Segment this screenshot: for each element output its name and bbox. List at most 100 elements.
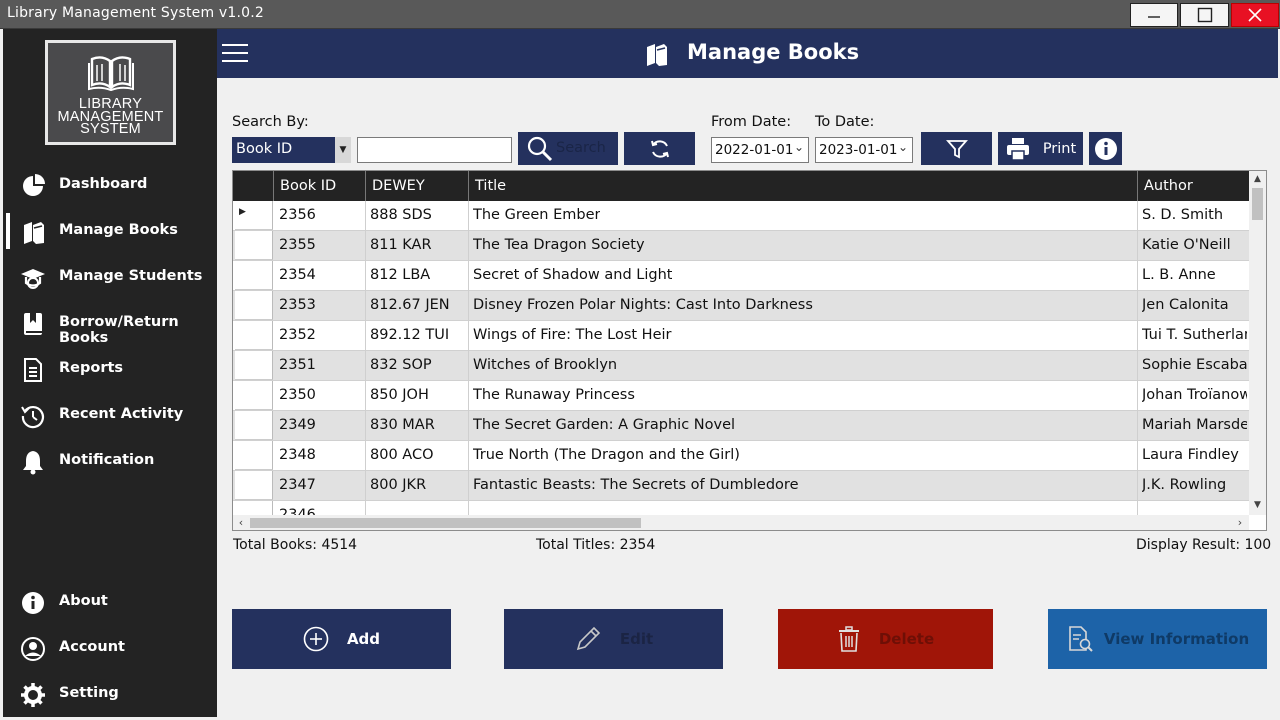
minimize-button[interactable]: [1130, 3, 1178, 27]
table-row[interactable]: 2350 850 JOH The Runaway Princess Johan Tro…: [233, 381, 1249, 411]
scroll-down-icon[interactable]: ▼: [1249, 497, 1266, 513]
maximize-button[interactable]: [1180, 3, 1229, 27]
cell-title[interactable]: The Runaway Princess: [473, 387, 635, 403]
cell-book-id[interactable]: 2356: [279, 207, 316, 223]
cell-title[interactable]: Secret of Shadow and Light: [473, 267, 672, 283]
table-row[interactable]: 2347 800 JKR Fantastic Beasts: The Secrets…: [233, 471, 1249, 501]
search-input[interactable]: [357, 137, 512, 163]
cell-title[interactable]: The Tea Dragon Society: [473, 237, 645, 253]
cell-author[interactable]: Mariah Marsden: [1142, 417, 1247, 433]
column-header-author[interactable]: Author: [1144, 178, 1193, 194]
scroll-left-icon[interactable]: ‹: [233, 515, 249, 530]
cell-book-id[interactable]: 2349: [279, 417, 316, 433]
view-information-button[interactable]: View Information: [1048, 609, 1267, 669]
cell-author[interactable]: L. B. Anne: [1142, 267, 1247, 283]
cell-title[interactable]: The Secret Garden: A Graphic Novel: [473, 417, 735, 433]
cell-book-id[interactable]: 2351: [279, 357, 316, 373]
table-row[interactable]: 2351 832 SOP Witches of Brooklyn Sophie Esc…: [233, 351, 1249, 381]
table-row[interactable]: 2349 830 MAR The Secret Garden: A Graphic …: [233, 411, 1249, 441]
books-table[interactable]: Book ID DEWEY Title Author ▶ 2356 888 SDS T…: [232, 170, 1267, 531]
row-header[interactable]: [235, 291, 273, 320]
cell-dewey[interactable]: 888 SDS: [370, 207, 432, 223]
horizontal-scrollbar[interactable]: ‹ ›: [233, 515, 1249, 530]
nav-account[interactable]: Account: [3, 628, 217, 668]
nav-recent-activity[interactable]: Recent Activity: [3, 395, 217, 435]
row-header[interactable]: ▶: [235, 201, 273, 230]
cell-title[interactable]: Fantastic Beasts: The Secrets of Dumbled…: [473, 477, 799, 493]
cell-dewey[interactable]: 812.67 JEN: [370, 297, 450, 313]
hamburger-menu-icon[interactable]: [222, 44, 248, 64]
cell-author[interactable]: Jen Calonita: [1142, 297, 1247, 313]
nav-reports[interactable]: Reports: [3, 349, 217, 389]
nav-manage-books[interactable]: Manage Books: [3, 211, 217, 251]
nav-borrow-return[interactable]: Borrow/Return Books: [3, 303, 217, 346]
search-button[interactable]: Search: [518, 132, 618, 165]
column-header-title[interactable]: Title: [475, 178, 506, 194]
table-row[interactable]: 2355 811 KAR The Tea Dragon Society Katie O…: [233, 231, 1249, 261]
cell-dewey[interactable]: 800 ACO: [370, 447, 434, 463]
cell-author[interactable]: Tui T. Sutherland: [1142, 327, 1247, 343]
cell-dewey[interactable]: 830 MAR: [370, 417, 435, 433]
scroll-thumb[interactable]: [1252, 188, 1263, 220]
info-button[interactable]: [1089, 132, 1122, 165]
table-row[interactable]: ▶ 2356 888 SDS The Green Ember S. D. Smith: [233, 201, 1249, 231]
row-header[interactable]: [235, 501, 273, 515]
cell-author[interactable]: S. D. Smith: [1142, 207, 1247, 223]
column-header-dewey[interactable]: DEWEY: [372, 178, 425, 194]
scroll-up-icon[interactable]: ▲: [1249, 171, 1266, 187]
nav-manage-students[interactable]: Manage Students: [3, 257, 217, 297]
cell-title[interactable]: True North (The Dragon and the Girl): [473, 447, 740, 463]
table-row[interactable]: 2354 812 LBA Secret of Shadow and Light L. …: [233, 261, 1249, 291]
cell-dewey[interactable]: 850 JOH: [370, 387, 429, 403]
cell-title[interactable]: Wings of Fire: The Lost Heir: [473, 327, 672, 343]
nav-dashboard[interactable]: Dashboard: [3, 165, 217, 205]
cell-dewey[interactable]: 892.12 TUI: [370, 327, 449, 343]
cell-book-id[interactable]: 2350: [279, 387, 316, 403]
nav-about[interactable]: About: [3, 582, 217, 622]
scroll-thumb[interactable]: [250, 518, 641, 528]
cell-title[interactable]: The Green Ember: [473, 207, 600, 223]
cell-author[interactable]: Johan Troïanowski: [1142, 387, 1247, 403]
table-row[interactable]: 2348 800 ACO True North (The Dragon and th…: [233, 441, 1249, 471]
cell-book-id[interactable]: 2347: [279, 477, 316, 493]
cell-author[interactable]: J.K. Rowling: [1142, 477, 1247, 493]
cell-book-id[interactable]: 2355: [279, 237, 316, 253]
row-header[interactable]: [235, 261, 273, 290]
scroll-right-icon[interactable]: ›: [1232, 515, 1248, 530]
delete-button[interactable]: Delete: [778, 609, 993, 669]
cell-title[interactable]: Witches of Brooklyn: [473, 357, 617, 373]
cell-dewey[interactable]: 812 LBA: [370, 267, 430, 283]
cell-book-id[interactable]: 2353: [279, 297, 316, 313]
row-header[interactable]: [235, 471, 273, 500]
cell-title[interactable]: Disney Frozen Polar Nights: Cast Into Da…: [473, 297, 813, 313]
cell-dewey[interactable]: 811 KAR: [370, 237, 432, 253]
print-button[interactable]: Print: [998, 132, 1083, 165]
cell-author[interactable]: Sophie Escabasse: [1142, 357, 1247, 373]
cell-author[interactable]: Katie O'Neill: [1142, 237, 1247, 253]
add-button[interactable]: Add: [232, 609, 451, 669]
row-header[interactable]: [235, 231, 273, 260]
row-header[interactable]: [235, 351, 273, 380]
refresh-button[interactable]: [624, 132, 695, 165]
table-row[interactable]: 2353 812.67 JEN Disney Frozen Polar Nights…: [233, 291, 1249, 321]
row-header[interactable]: [235, 411, 273, 440]
column-header-book-id[interactable]: Book ID: [280, 178, 336, 194]
table-row[interactable]: 2346: [233, 501, 1249, 515]
from-date-picker[interactable]: 2022-01-01 ⌄: [711, 137, 809, 163]
cell-book-id[interactable]: 2352: [279, 327, 316, 343]
nav-notification[interactable]: Notification: [3, 441, 217, 481]
cell-book-id[interactable]: 2346: [279, 507, 316, 515]
cell-author[interactable]: Laura Findley: [1142, 447, 1247, 463]
cell-dewey[interactable]: 800 JKR: [370, 477, 426, 493]
vertical-scrollbar[interactable]: ▲ ▼: [1249, 171, 1266, 515]
cell-book-id[interactable]: 2348: [279, 447, 316, 463]
row-header[interactable]: [235, 321, 273, 350]
cell-dewey[interactable]: 832 SOP: [370, 357, 432, 373]
to-date-picker[interactable]: 2023-01-01 ⌄: [815, 137, 913, 163]
cell-book-id[interactable]: 2354: [279, 267, 316, 283]
edit-button[interactable]: Edit: [504, 609, 723, 669]
nav-setting[interactable]: Setting: [3, 674, 217, 714]
search-by-select[interactable]: Book ID ▼: [232, 137, 351, 163]
table-row[interactable]: 2352 892.12 TUI Wings of Fire: The Lost He…: [233, 321, 1249, 351]
row-header[interactable]: [235, 381, 273, 410]
